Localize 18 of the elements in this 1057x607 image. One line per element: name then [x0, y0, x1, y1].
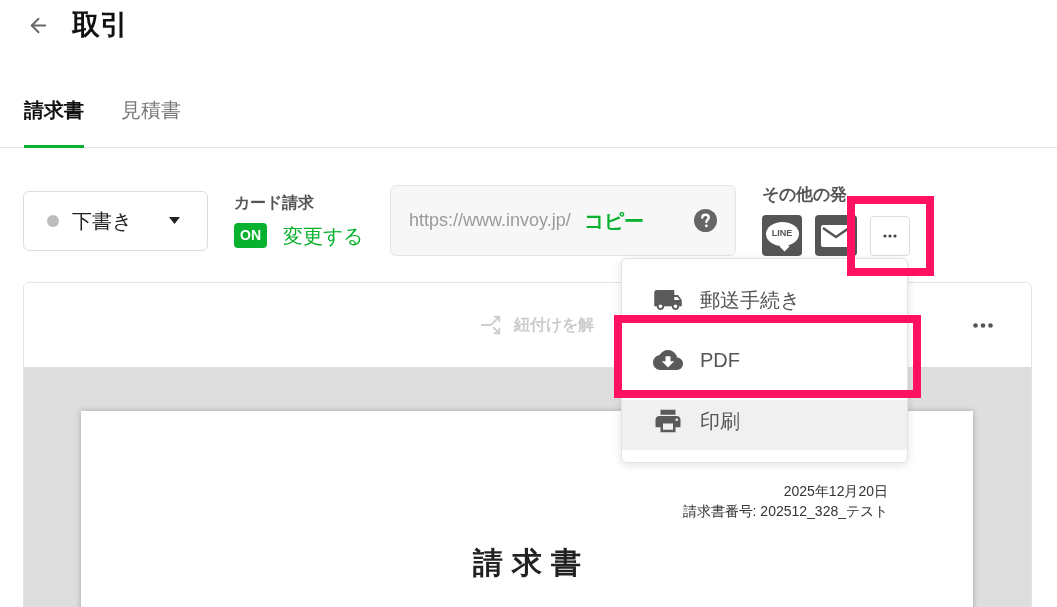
card-billing-label: カード請求: [234, 193, 314, 213]
more-icon: [883, 233, 897, 238]
page-title: 取引: [72, 11, 128, 39]
split-arrow-icon: [480, 314, 502, 336]
other-issue-label: その他の発: [762, 185, 847, 205]
caret-icon: [169, 217, 180, 224]
tab[interactable]: 見積書: [121, 74, 181, 148]
help-icon[interactable]: [694, 209, 717, 232]
on-badge: ON: [234, 223, 267, 248]
line-button[interactable]: LINE: [762, 215, 802, 256]
more-icon[interactable]: [973, 322, 993, 328]
status-dropdown[interactable]: 下書き: [23, 190, 208, 251]
invoice-title: 請求書: [472, 545, 590, 581]
tab[interactable]: 請求書: [24, 74, 84, 148]
status-label: 下書き: [72, 208, 132, 234]
invoice-number: 請求書番号: 202512_328_テスト: [682, 502, 888, 521]
menu-item[interactable]: 印刷: [622, 400, 907, 450]
invoice-date: 2025年12月20日: [783, 482, 888, 501]
